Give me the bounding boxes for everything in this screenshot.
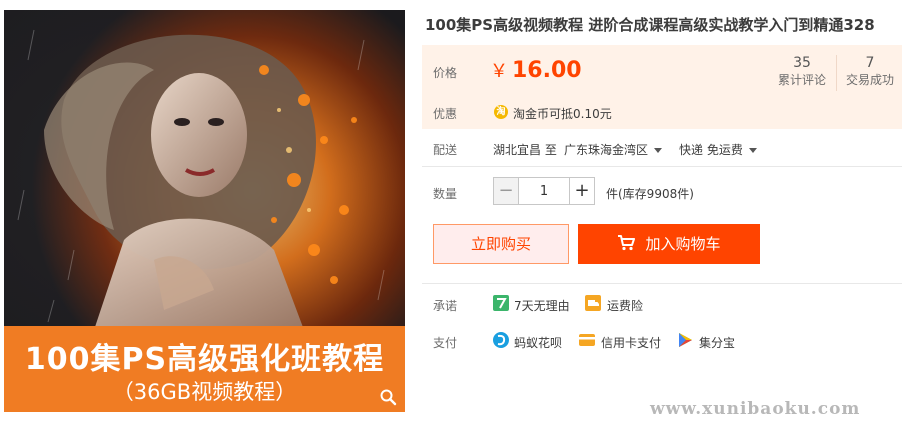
quantity-decrease-button[interactable]: − xyxy=(493,177,519,205)
service-item-return[interactable]: 7天无理由 xyxy=(514,297,570,314)
promo-label: 优惠 xyxy=(433,107,458,121)
reviews-stat[interactable]: 35 累计评论 xyxy=(774,55,830,89)
add-to-cart-button[interactable]: 加入购物车 xyxy=(578,224,760,264)
sales-stat: 7 交易成功 xyxy=(842,55,898,89)
quantity-input[interactable] xyxy=(519,177,569,205)
image-banner: 100集PS高级强化班教程 （36GB视频教程） xyxy=(4,326,405,412)
chevron-down-icon xyxy=(748,148,757,153)
promo-panel: 优惠 淘 淘金币可抵0.10元 xyxy=(422,97,902,129)
product-title: 100集PS高级视频教程 进阶合成课程高级实战教学入门到精通328 xyxy=(425,16,875,34)
watermark: www.xunibaoku.com xyxy=(650,399,861,419)
sales-label: 交易成功 xyxy=(845,73,894,87)
buy-now-button[interactable]: 立即购买 xyxy=(433,224,569,264)
banner-title: 100集PS高级强化班教程 xyxy=(24,342,385,377)
search-icon[interactable] xyxy=(379,388,397,406)
promo-text: 淘金币可抵0.10元 xyxy=(513,107,612,121)
add-to-cart-label: 加入购物车 xyxy=(645,235,721,253)
quantity-label: 数量 xyxy=(433,187,458,201)
quantity-increase-button[interactable]: + xyxy=(569,177,595,205)
price-label: 价格 xyxy=(433,66,458,80)
stat-divider xyxy=(836,55,837,91)
shipping-destination: 广东珠海金湾区 xyxy=(564,143,649,157)
shipping-destination-dropdown[interactable]: 广东珠海金湾区 xyxy=(564,141,663,158)
chevron-down-icon xyxy=(654,148,663,153)
credit-card-icon xyxy=(579,334,595,346)
payment-label: 支付 xyxy=(433,336,458,350)
services-label: 承诺 xyxy=(433,299,458,313)
price-amount: 16.00 xyxy=(512,58,582,83)
price-panel: 价格 ￥ 16.00 35 累计评论 7 交易成功 xyxy=(422,45,902,97)
shipping-insurance-icon xyxy=(585,295,601,311)
shipping-method-dropdown[interactable]: 快递 免运费 xyxy=(679,141,757,158)
seven-day-return-icon xyxy=(493,295,509,311)
section-divider xyxy=(422,283,902,284)
huabei-icon xyxy=(493,332,509,348)
shipping-origin: 湖北宜昌 至 xyxy=(493,141,557,158)
banner-subtitle: （36GB视频教程） xyxy=(112,380,297,404)
product-image[interactable]: 100集PS高级强化班教程 （36GB视频教程） xyxy=(4,10,405,412)
jifenbao-icon xyxy=(679,333,692,347)
payment-item-credit-card[interactable]: 信用卡支付 xyxy=(601,334,661,351)
payment-item-huabei[interactable]: 蚂蚁花呗 xyxy=(514,334,562,351)
shipping-to-word: 至 xyxy=(544,143,557,157)
service-item-insurance[interactable]: 运费险 xyxy=(607,297,643,314)
shipping-method: 快递 免运费 xyxy=(679,143,743,157)
shopping-cart-icon xyxy=(618,235,636,251)
price-value: ￥ 16.00 xyxy=(490,57,582,83)
sales-count: 7 xyxy=(865,55,875,71)
reviews-label: 累计评论 xyxy=(777,73,826,87)
taojinbi-coin-icon: 淘 xyxy=(494,105,508,119)
stock-text: 件(库存9908件) xyxy=(606,187,694,201)
shipping-label: 配送 xyxy=(433,143,458,157)
currency-symbol: ￥ xyxy=(490,61,508,82)
shipping-from: 湖北宜昌 xyxy=(493,143,542,157)
reviews-count: 35 xyxy=(793,55,811,71)
section-divider xyxy=(422,166,902,167)
payment-item-jifenbao[interactable]: 集分宝 xyxy=(699,334,735,351)
